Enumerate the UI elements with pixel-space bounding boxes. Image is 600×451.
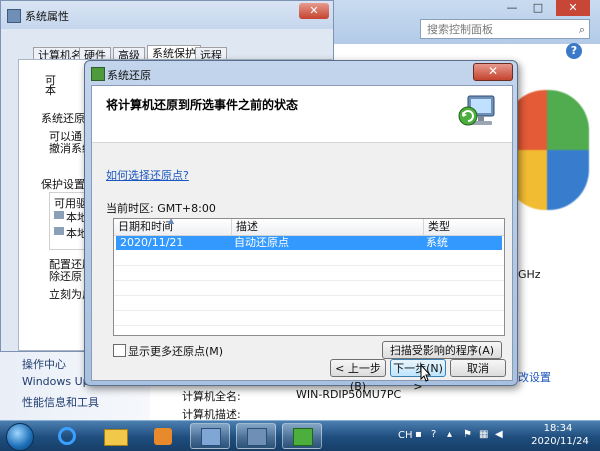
- chevron-up-icon[interactable]: ▴: [447, 429, 452, 440]
- computer-full-name-label: 计算机全名:: [182, 390, 241, 403]
- change-settings-link[interactable]: 改设置: [518, 369, 551, 385]
- restore-section-label: 系统还原: [41, 112, 85, 125]
- protection-desc-2: 本: [45, 84, 56, 97]
- taskbar: CH ▪ ? ▴ ⚑ ▦ ◀ 18:34 2020/11/24: [0, 420, 600, 451]
- cell-description: 自动还原点: [234, 236, 289, 249]
- system-properties-close-button[interactable]: ✕: [299, 3, 329, 19]
- left-link-action-center[interactable]: 操作中心: [22, 356, 66, 372]
- clock-date[interactable]: 2020/11/24: [530, 436, 590, 447]
- minimize-button[interactable]: —: [500, 0, 524, 16]
- computer-icon: [7, 9, 21, 23]
- drive-icon: [54, 211, 64, 219]
- search-icon: ⌕: [578, 23, 585, 36]
- dialog-header: 将计算机还原到所选事件之前的状态: [92, 86, 512, 143]
- clock-time[interactable]: 18:34: [530, 423, 586, 434]
- search-placeholder: 搜索控制面板: [427, 23, 493, 36]
- cpu-ghz-text: GHz: [518, 268, 541, 281]
- close-button[interactable]: ✕: [556, 0, 590, 16]
- timezone-label: 当前时区: GMT+8:00: [106, 202, 216, 215]
- network-icon[interactable]: ▦: [479, 429, 488, 440]
- table-row[interactable]: 2020/11/21 15:45:05 自动还原点 系统: [116, 236, 502, 263]
- volume-icon[interactable]: ◀: [495, 429, 503, 440]
- restore-points-table[interactable]: 日期和时间 ▲ 描述 类型 2020/11/21 15:45:05 自动还原点 …: [113, 216, 505, 336]
- system-restore-dialog: 系统还原 ✕ 将计算机还原到所选事件之前的状态 如何选择还原点? 当前时区: G…: [84, 60, 518, 393]
- search-input[interactable]: 搜索控制面板 ⌕: [420, 19, 590, 39]
- keyboard-icon[interactable]: ▪: [415, 429, 422, 440]
- protect-settings-label: 保护设置: [41, 178, 85, 191]
- ie-taskbar-button[interactable]: [48, 423, 88, 449]
- media-player-taskbar-button[interactable]: [144, 423, 184, 449]
- column-header-description[interactable]: 描述: [232, 219, 424, 235]
- system-properties-title: 系统属性: [25, 10, 69, 23]
- flag-icon[interactable]: ⚑: [463, 429, 472, 440]
- page-title: 将计算机还原到所选事件之前的状态: [106, 98, 299, 112]
- start-button[interactable]: [6, 423, 34, 451]
- help-icon[interactable]: ?: [566, 43, 582, 59]
- column-header-type[interactable]: 类型: [424, 219, 504, 235]
- media-player-icon: [154, 428, 172, 445]
- help-tray-icon[interactable]: ?: [431, 429, 436, 440]
- computer-full-name-value: WIN-RDIP50MU7PC: [296, 388, 402, 401]
- maximize-button[interactable]: □: [526, 0, 550, 16]
- show-more-label: 显示更多还原点(M): [128, 345, 224, 358]
- language-indicator[interactable]: CH: [398, 430, 413, 441]
- help-link[interactable]: 如何选择还原点?: [106, 167, 189, 183]
- explorer-taskbar-button[interactable]: [96, 423, 136, 449]
- system-restore-title: 系统还原: [107, 69, 151, 82]
- system-properties-taskbar-button[interactable]: [236, 423, 276, 449]
- scan-programs-button[interactable]: 扫描受影响的程序(A): [382, 341, 502, 359]
- mouse-cursor-icon: [420, 364, 432, 382]
- control-panel-taskbar-button[interactable]: [190, 423, 230, 449]
- ie-icon: [58, 427, 76, 445]
- system-restore-icon: [293, 428, 313, 446]
- dialog-client-area: 将计算机还原到所选事件之前的状态 如何选择还原点? 当前时区: GMT+8:00…: [91, 85, 513, 393]
- table-header: 日期和时间 ▲ 描述 类型: [114, 216, 504, 236]
- system-restore-taskbar-button[interactable]: [282, 423, 322, 449]
- sort-arrow-icon: ▲: [168, 216, 175, 225]
- left-link-performance[interactable]: 性能信息和工具: [22, 394, 99, 410]
- show-more-checkbox[interactable]: [113, 344, 126, 357]
- cell-datetime: 2020/11/21 15:45:05: [120, 236, 184, 263]
- computer-restore-icon: [458, 95, 495, 126]
- cancel-button[interactable]: 取消: [450, 359, 506, 377]
- computer-icon: [247, 428, 267, 446]
- folder-icon: [104, 429, 128, 446]
- close-button[interactable]: ✕: [473, 63, 513, 81]
- drive-icon: [54, 227, 64, 235]
- cell-type: 系统: [426, 236, 448, 249]
- system-restore-icon: [91, 67, 105, 81]
- next-button[interactable]: 下一步(N) >: [390, 359, 446, 393]
- control-panel-icon: [201, 428, 221, 446]
- back-button[interactable]: < 上一步(B): [330, 359, 386, 393]
- configure-desc-2: 除还原: [49, 270, 82, 283]
